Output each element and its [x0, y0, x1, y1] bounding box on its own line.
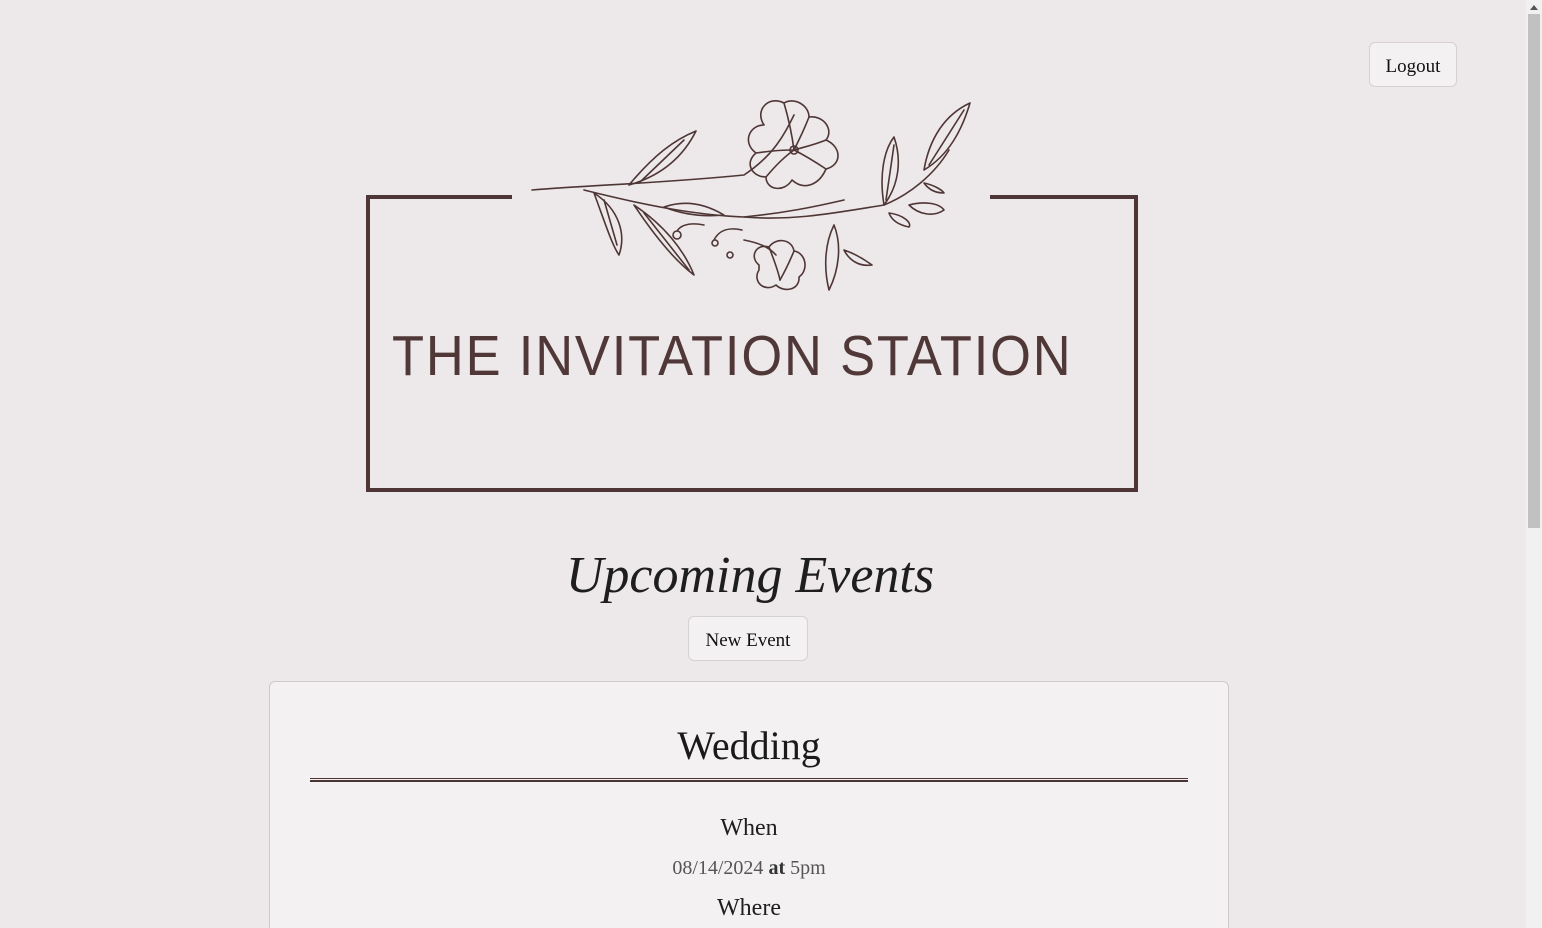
where-label: Where: [717, 895, 781, 921]
logo-title: THE INVITATION STATION: [392, 324, 1073, 388]
scroll-up-arrow-icon[interactable]: [1526, 0, 1542, 14]
at-label: at: [768, 857, 786, 879]
event-card: Wedding When 08/14/2024 at 5pm Where: [269, 681, 1229, 928]
page-title: Upcoming Events: [565, 547, 935, 604]
floral-branch-icon: [531, 100, 971, 291]
invitation-station-logo: [364, 95, 1140, 495]
new-event-button[interactable]: New Event: [688, 616, 808, 661]
event-datetime: 08/14/2024 at 5pm: [270, 855, 1228, 881]
event-name: Wedding: [677, 723, 821, 768]
event-time: 5pm: [790, 857, 826, 879]
page: Logout THE INVITATION STATION Upcoming E…: [0, 0, 1526, 928]
when-label: When: [720, 815, 778, 841]
event-date: 08/14/2024: [672, 857, 764, 879]
event-divider: [310, 778, 1188, 782]
vertical-scrollbar[interactable]: [1526, 0, 1542, 928]
logout-button[interactable]: Logout: [1369, 42, 1457, 87]
scrollbar-thumb[interactable]: [1528, 14, 1540, 528]
